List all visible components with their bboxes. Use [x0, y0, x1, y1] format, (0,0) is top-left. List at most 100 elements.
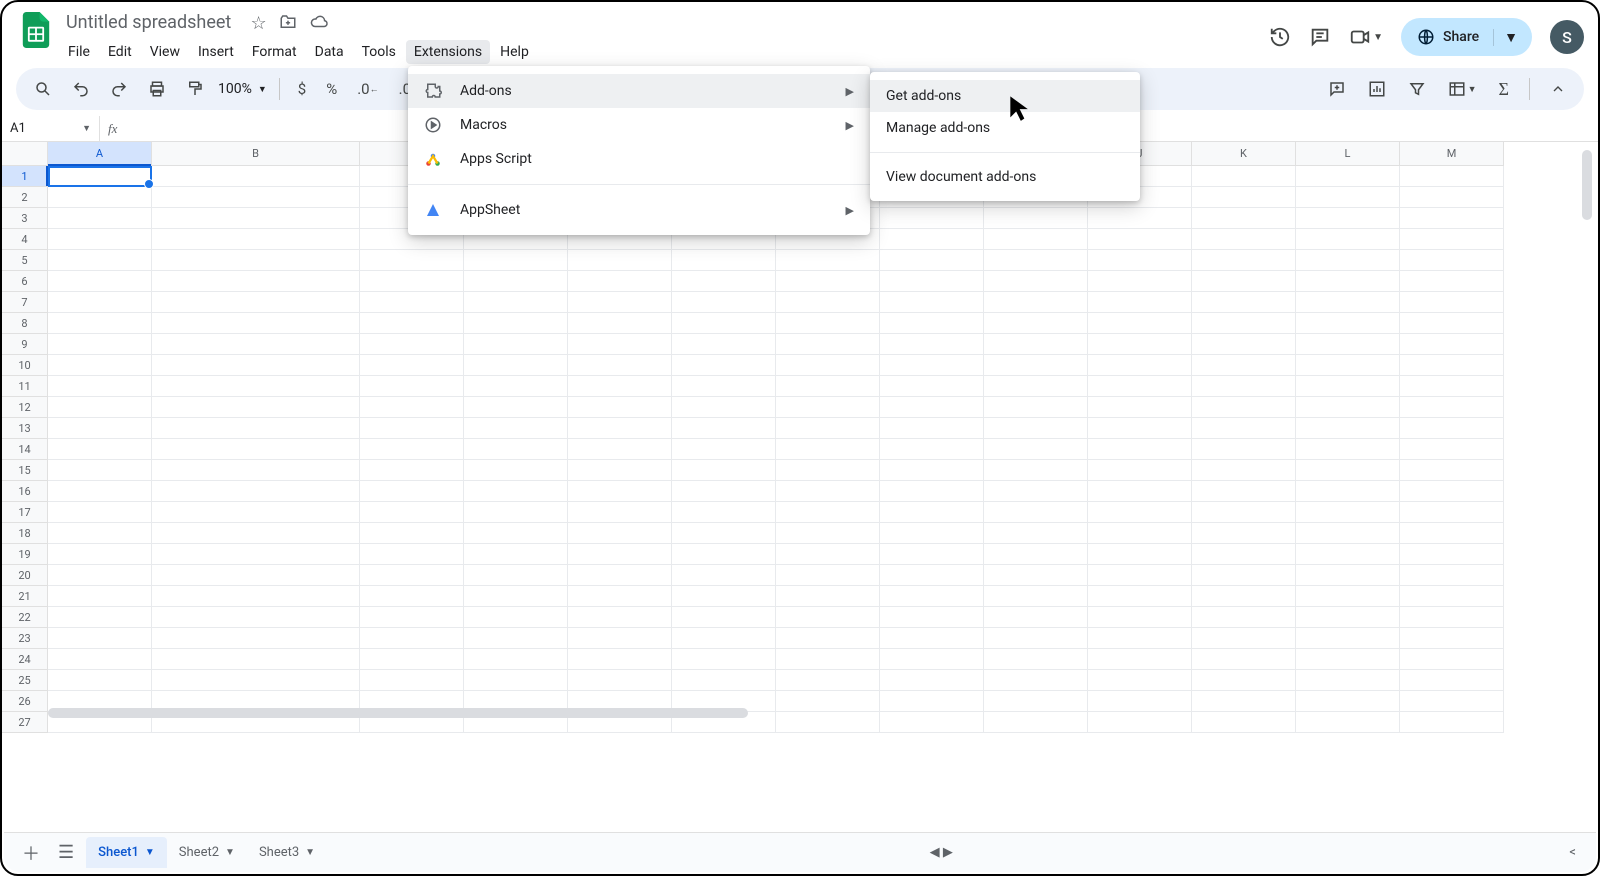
cell[interactable]: [464, 649, 568, 670]
cell[interactable]: [48, 250, 152, 271]
cell[interactable]: [1192, 397, 1296, 418]
cell[interactable]: [1088, 670, 1192, 691]
cell[interactable]: [984, 418, 1088, 439]
cell[interactable]: [1296, 691, 1400, 712]
cell[interactable]: [48, 439, 152, 460]
cell[interactable]: [880, 712, 984, 733]
menu-data[interactable]: Data: [307, 40, 352, 64]
cell[interactable]: [776, 334, 880, 355]
menu-item-appsheet[interactable]: AppSheet▶: [408, 193, 870, 227]
column-header[interactable]: K: [1192, 142, 1296, 166]
cell[interactable]: [1192, 166, 1296, 187]
cell[interactable]: [984, 523, 1088, 544]
cell[interactable]: [1192, 250, 1296, 271]
cell[interactable]: [568, 628, 672, 649]
zoom-select[interactable]: 100% ▼: [218, 81, 267, 97]
cell[interactable]: [984, 670, 1088, 691]
cell[interactable]: [48, 565, 152, 586]
menu-file[interactable]: File: [60, 40, 98, 64]
cell[interactable]: [984, 250, 1088, 271]
vertical-scrollbar[interactable]: [1580, 150, 1594, 830]
cell[interactable]: [48, 460, 152, 481]
row-header[interactable]: 15: [2, 460, 48, 481]
cell[interactable]: [464, 628, 568, 649]
menu-extensions[interactable]: Extensions: [406, 40, 490, 64]
cell[interactable]: [1400, 523, 1504, 544]
row-header[interactable]: 2: [2, 187, 48, 208]
cell[interactable]: [464, 397, 568, 418]
cell[interactable]: [880, 481, 984, 502]
cell[interactable]: [984, 229, 1088, 250]
menu-insert[interactable]: Insert: [190, 40, 242, 64]
column-header[interactable]: B: [152, 142, 360, 166]
move-icon[interactable]: [279, 13, 297, 36]
cell[interactable]: [464, 271, 568, 292]
cell[interactable]: [1400, 229, 1504, 250]
row-header[interactable]: 8: [2, 313, 48, 334]
cell[interactable]: [568, 586, 672, 607]
print-icon[interactable]: [142, 74, 172, 104]
row-header[interactable]: 3: [2, 208, 48, 229]
cell[interactable]: [152, 460, 360, 481]
cell[interactable]: [152, 565, 360, 586]
cell[interactable]: [152, 250, 360, 271]
cell[interactable]: [568, 418, 672, 439]
cell[interactable]: [1296, 271, 1400, 292]
cell[interactable]: [152, 439, 360, 460]
cell[interactable]: [1400, 166, 1504, 187]
cell[interactable]: [1192, 565, 1296, 586]
cell[interactable]: [360, 649, 464, 670]
select-all-corner[interactable]: [2, 142, 48, 166]
cell[interactable]: [984, 292, 1088, 313]
cell[interactable]: [1296, 607, 1400, 628]
cell[interactable]: [880, 208, 984, 229]
cell[interactable]: [1400, 712, 1504, 733]
cell[interactable]: [672, 586, 776, 607]
horizontal-scrollbar[interactable]: [48, 708, 748, 718]
cell[interactable]: [568, 649, 672, 670]
cell[interactable]: [1400, 586, 1504, 607]
cell[interactable]: [880, 691, 984, 712]
cell[interactable]: [1296, 460, 1400, 481]
cell[interactable]: [776, 250, 880, 271]
explore-button[interactable]: <: [1561, 841, 1584, 864]
cell[interactable]: [1088, 712, 1192, 733]
cell[interactable]: [672, 607, 776, 628]
cell[interactable]: [1400, 271, 1504, 292]
row-header[interactable]: 16: [2, 481, 48, 502]
cell[interactable]: [568, 502, 672, 523]
row-header[interactable]: 23: [2, 628, 48, 649]
cell[interactable]: [776, 313, 880, 334]
cell[interactable]: [1088, 586, 1192, 607]
cell[interactable]: [152, 334, 360, 355]
cell[interactable]: [672, 376, 776, 397]
cell[interactable]: [1400, 250, 1504, 271]
cell[interactable]: [1400, 691, 1504, 712]
cell[interactable]: [48, 670, 152, 691]
cell[interactable]: [1192, 376, 1296, 397]
cell[interactable]: [48, 313, 152, 334]
cell[interactable]: [464, 418, 568, 439]
cell[interactable]: [152, 586, 360, 607]
chevron-down-icon[interactable]: ▼: [305, 847, 315, 858]
cell[interactable]: [1400, 292, 1504, 313]
cell[interactable]: [568, 523, 672, 544]
cell[interactable]: [48, 166, 152, 187]
cell[interactable]: [568, 250, 672, 271]
row-header[interactable]: 26: [2, 691, 48, 712]
cell[interactable]: [1296, 439, 1400, 460]
cell[interactable]: [1400, 208, 1504, 229]
cell[interactable]: [152, 166, 360, 187]
cell[interactable]: [360, 250, 464, 271]
row-header[interactable]: 7: [2, 292, 48, 313]
cell[interactable]: [1088, 523, 1192, 544]
cell[interactable]: [880, 544, 984, 565]
cell[interactable]: [152, 481, 360, 502]
paint-format-icon[interactable]: [180, 74, 210, 104]
cell[interactable]: [152, 376, 360, 397]
cell[interactable]: [880, 376, 984, 397]
decrease-decimal-icon[interactable]: .0←: [351, 74, 384, 104]
cell[interactable]: [464, 313, 568, 334]
cell[interactable]: [1400, 439, 1504, 460]
share-dropdown-icon[interactable]: ▼: [1493, 29, 1528, 46]
